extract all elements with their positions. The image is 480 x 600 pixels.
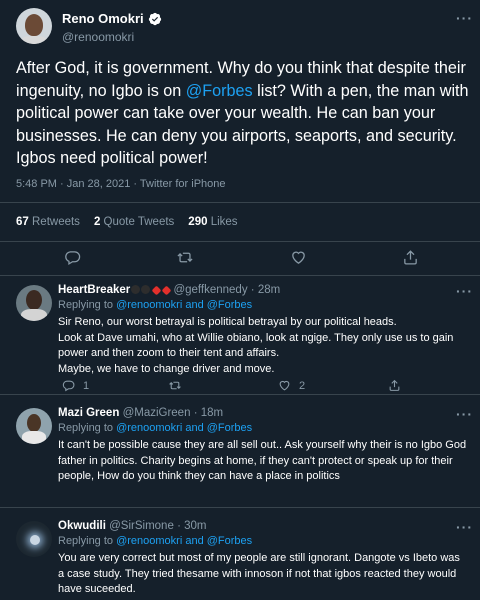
reply-button[interactable] [64, 249, 81, 266]
author-handle[interactable]: @renoomokri [62, 30, 162, 44]
replying-prefix: Replying to [58, 422, 117, 434]
avatar[interactable] [16, 8, 52, 44]
likes-label: Likes [210, 216, 238, 228]
reply-button[interactable]: 1 [62, 379, 89, 392]
reply-author-name[interactable]: HeartBreaker [58, 284, 130, 296]
replying-to-link[interactable]: @renoomokri and @Forbes [116, 422, 252, 434]
reply-author-name[interactable]: Okwudili [58, 520, 106, 532]
replying-to: Replying to @renoomokri and @Forbes [58, 535, 252, 547]
retweet-button[interactable] [176, 249, 194, 266]
emoji [141, 285, 151, 294]
like-button[interactable] [290, 249, 307, 266]
more-dots-icon[interactable]: ··· [456, 10, 473, 26]
verified-badge-icon [148, 12, 161, 25]
emoji [161, 285, 172, 296]
main-tweet-actions [0, 246, 480, 272]
more-dots-icon[interactable]: ··· [456, 406, 473, 422]
quote-tweets-stat[interactable]: 2 Quote Tweets [94, 216, 174, 228]
reply-author-handle[interactable]: @geffkennedy [173, 284, 247, 296]
like-button[interactable]: 2 [278, 379, 305, 392]
more-dots-icon[interactable]: ··· [456, 283, 473, 299]
reply-tweet[interactable]: HeartBreaker @geffkennedy · 28m ··· Repl… [0, 277, 480, 395]
main-tweet: Reno Omokri @renoomokri ··· After God, i… [0, 0, 480, 276]
reply-actions: 1 2 [0, 379, 480, 395]
replying-to-link[interactable]: @renoomokri and @Forbes [116, 299, 252, 311]
likes-stat[interactable]: 290 Likes [188, 216, 237, 228]
emoji [151, 285, 162, 296]
avatar[interactable] [16, 408, 52, 444]
tweet-timestamp[interactable]: 5:48 PM · Jan 28, 2021 · Twitter for iPh… [16, 178, 226, 190]
retweet-icon [169, 381, 181, 390]
author-name-row[interactable]: Reno Omokri [62, 11, 162, 26]
retweets-label: Retweets [32, 216, 80, 228]
retweet-icon [177, 252, 193, 263]
share-icon [389, 379, 400, 391]
share-button[interactable] [402, 249, 419, 266]
reply-tweet[interactable]: Mazi Green @MaziGreen · 18m ··· Replying… [0, 400, 480, 508]
tweet-text: After God, it is government. Why do you … [16, 57, 471, 170]
reply-author-handle[interactable]: @MaziGreen [123, 407, 191, 419]
reply-author-handle[interactable]: @SirSimone [109, 520, 174, 532]
reply-time[interactable]: · 28m [251, 284, 280, 296]
reply-text: You are very correct but most of my peop… [58, 552, 460, 595]
reply-header: Okwudili @SirSimone · 30m [58, 520, 206, 532]
replying-to: Replying to @renoomokri and @Forbes [58, 299, 252, 311]
retweet-button[interactable] [168, 379, 182, 392]
reply-icon [62, 380, 75, 392]
reply-header: Mazi Green @MaziGreen · 18m [58, 407, 223, 419]
replying-prefix: Replying to [58, 299, 117, 311]
reply-author-name[interactable]: Mazi Green [58, 407, 119, 419]
more-dots-icon[interactable]: ··· [456, 519, 473, 535]
reply-text: It can't be possible cause they are all … [58, 439, 467, 482]
reply-text: Sir Reno, our worst betrayal is politica… [58, 316, 454, 375]
heart-icon [279, 380, 290, 391]
likes-count: 290 [188, 216, 208, 228]
author-block: Reno Omokri @renoomokri [62, 10, 162, 44]
reply-icon [65, 251, 81, 266]
replying-prefix: Replying to [58, 535, 117, 547]
reply-tweet[interactable]: Okwudili @SirSimone · 30m ··· Replying t… [0, 513, 480, 600]
reply-header: HeartBreaker @geffkennedy · 28m [58, 284, 280, 296]
retweets-stat[interactable]: 67 Retweets [16, 216, 80, 228]
reply-time[interactable]: · 18m [194, 407, 223, 419]
retweets-count: 67 [16, 216, 29, 228]
quote-label: Quote Tweets [103, 216, 175, 228]
reply-time[interactable]: · 30m [177, 520, 206, 532]
avatar[interactable] [16, 285, 52, 321]
share-icon [404, 250, 417, 265]
replying-to: Replying to @renoomokri and @Forbes [58, 422, 252, 434]
tweet-stats: 67 Retweets 2 Quote Tweets 290 Likes [0, 202, 480, 242]
heart-icon [292, 251, 305, 264]
like-count: 2 [299, 379, 306, 392]
replying-to-link[interactable]: @renoomokri and @Forbes [116, 535, 252, 547]
quote-count: 2 [93, 216, 101, 228]
author-display-name[interactable]: Reno Omokri [62, 11, 144, 26]
share-button[interactable] [388, 379, 401, 392]
reply-count: 1 [83, 379, 90, 392]
avatar[interactable] [16, 521, 52, 557]
emoji [131, 285, 141, 294]
mention-link[interactable]: @Forbes [186, 82, 253, 100]
